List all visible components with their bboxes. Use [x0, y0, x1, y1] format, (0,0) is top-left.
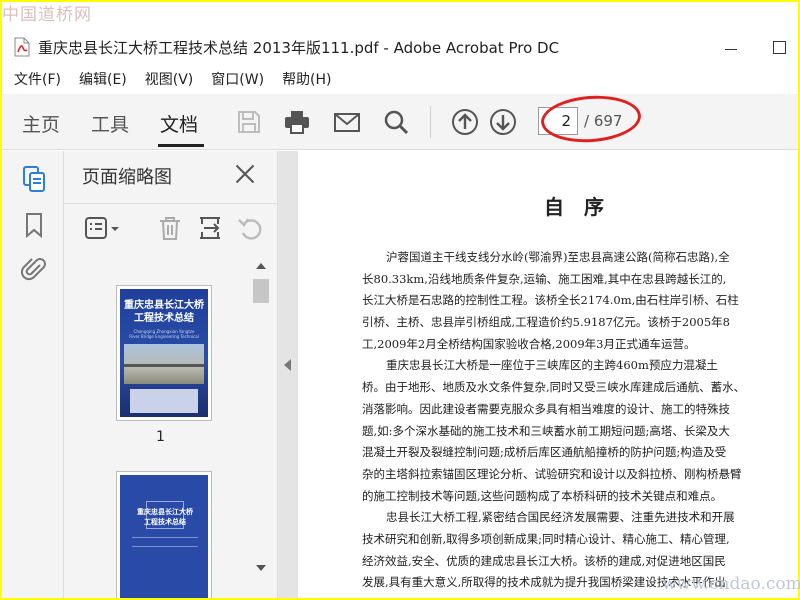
save-icon[interactable] — [235, 108, 263, 136]
watermark-bottom-right: www.cndao.com — [662, 574, 800, 594]
menu-view[interactable]: 视图(V) — [145, 69, 194, 89]
toolbar-separator — [430, 106, 431, 138]
page-thumbnails-panel: 页面缩略图 重庆忠县长江大桥 工程技术总结 Chongqing Zhongxian… — [64, 151, 278, 598]
text-line: 重庆忠县长江大桥是一座位于三峡库区的主跨460m预应力混凝土 — [386, 358, 718, 373]
text-line: 杂的主塔斜拉索锚固区理论分析、试验研究和设计以及斜拉桥、刚构桥悬臂 — [362, 466, 742, 481]
acrobat-window: 重庆忠县长江大桥工程技术总结 2013年版111.pdf - Adobe Acr… — [2, 2, 798, 598]
next-page-icon[interactable] — [489, 108, 517, 136]
undo-icon[interactable] — [236, 214, 264, 242]
text-line: 的施工控制技术等问题,这些问题构成了本桥科研的技术关键点和难点。 — [362, 488, 723, 503]
extract-page-icon[interactable] — [196, 214, 224, 242]
text-line: 混凝土开裂及裂缝控制问题;成桥后库区通航船撞桥的防护问题;构造及受 — [362, 445, 727, 460]
tab-tools[interactable]: 工具 — [91, 110, 129, 137]
tab-home[interactable]: 主页 — [22, 110, 60, 137]
tab-document[interactable]: 文档 — [160, 110, 198, 137]
cover-footer-panel — [130, 389, 198, 413]
attachment-icon[interactable] — [20, 255, 48, 283]
thumbnail-toolbar — [64, 203, 278, 249]
previous-page-icon[interactable] — [451, 108, 479, 136]
page-total: / 697 — [584, 112, 623, 130]
panel-title: 页面缩略图 — [82, 167, 172, 188]
text-line: 长江大桥是石忠路的控制性工程。该桥全长2174.0m,由石柱岸引桥、石柱 — [362, 293, 739, 308]
print-icon[interactable] — [283, 108, 311, 136]
text-line: 消落影响。因此建设者需要克服众多具有相当难度的设计、施工的特殊技 — [362, 401, 730, 416]
page-heading: 自序 — [544, 195, 624, 219]
active-tab-indicator — [158, 144, 204, 147]
pdf-file-icon — [14, 37, 30, 57]
window-title: 重庆忠县长江大桥工程技术总结 2013年版111.pdf - Adobe Acr… — [38, 38, 560, 57]
close-panel-icon[interactable] — [234, 163, 256, 185]
watermark-top-left: 中国道桥网 — [2, 5, 92, 25]
cover-lines — [132, 537, 198, 547]
maximize-button[interactable] — [770, 38, 788, 56]
thumbnail-list: 重庆忠县长江大桥 工程技术总结 Chongqing Zhongxian Yangt… — [64, 257, 278, 598]
toolbar: 主页 工具 文档 / 697 — [2, 94, 798, 150]
cover-title: 重庆忠县长江大桥 工程技术总结 — [137, 508, 193, 526]
thumbnail-label: 1 — [156, 429, 165, 445]
menu-bar: 文件(F) 编辑(E) 视图(V) 窗口(W) 帮助(H) — [2, 66, 798, 92]
minimize-button[interactable] — [722, 38, 740, 56]
text-line: 经济效益,安全、优质的建成忠县长江大桥。该桥的建成,对促进地区国民 — [362, 553, 726, 568]
bookmark-icon[interactable] — [20, 211, 48, 239]
page-number-input[interactable] — [538, 107, 578, 135]
scroll-up-arrow-icon[interactable] — [256, 263, 266, 269]
menu-edit[interactable]: 编辑(E) — [79, 69, 127, 89]
document-page-view[interactable]: 自序 沪蓉国道主干线支线分水岭(鄂渝界)至忠县高速公路(简称石忠路),全 长80… — [298, 151, 798, 598]
text-line: 长80.33km,沿线地质条件复杂,运输、施工困难,其中在忠县跨越长江的, — [362, 271, 727, 286]
search-icon[interactable] — [382, 108, 410, 136]
options-menu-icon[interactable] — [84, 214, 124, 242]
text-line: 技术研究和创新,取得多项创新成果;同时精心设计、精心施工、精心管理, — [362, 531, 730, 546]
cover-image: 重庆忠县长江大桥 工程技术总结 Chongqing Zhongxian Yangt… — [120, 289, 208, 417]
collapse-arrow-icon[interactable] — [284, 359, 291, 371]
cover-bridge-deck — [124, 364, 204, 367]
text-line: 忠县长江大桥工程,紧密结合国民经济发展需要、注重先进技术和开展 — [386, 510, 735, 525]
cover-title: 重庆忠县长江大桥 工程技术总结 — [124, 300, 204, 324]
text-line: 引桥、主桥、忠县岸引桥组成,工程造价约5.9187亿元。该桥于2005年8 — [362, 315, 730, 330]
thumbnail-scrollbar[interactable] — [252, 259, 270, 579]
title-bar: 重庆忠县长江大桥工程技术总结 2013年版111.pdf - Adobe Acr… — [2, 30, 798, 64]
page-body-text: 沪蓉国道主干线支线分水岭(鄂渝界)至忠县高速公路(简称石忠路),全 长80.33… — [362, 247, 798, 594]
left-navigation-rail — [2, 151, 64, 598]
menu-help[interactable]: 帮助(H) — [282, 69, 331, 89]
text-line: 题,如:多个深水基础的施工技术和三峡蓄水前工期短问题;高塔、长梁及大 — [362, 423, 730, 438]
menu-window[interactable]: 窗口(W) — [211, 69, 264, 89]
text-line: 沪蓉国道主干线支线分水岭(鄂渝界)至忠县高速公路(简称石忠路),全 — [386, 250, 730, 264]
email-icon[interactable] — [333, 108, 361, 136]
page-thumbnails-icon[interactable] — [20, 165, 48, 193]
delete-page-icon[interactable] — [156, 214, 184, 242]
page-thumbnail-2[interactable]: 重庆忠县长江大桥 工程技术总结 — [116, 471, 212, 598]
scrollbar-thumb[interactable] — [253, 279, 269, 303]
text-line: 工,2009年2月全桥结构国家验收合格,2009年3月正式通车运营。 — [362, 336, 696, 351]
text-line: 桥。由于地形、地质及水文条件复杂,同时又受三峡水库建成后通航、蓄水、 — [362, 380, 746, 395]
cover-image: 重庆忠县长江大桥 工程技术总结 — [120, 475, 208, 598]
scroll-down-arrow-icon[interactable] — [256, 565, 266, 571]
cover-subtitle: Chongqing Zhongxian Yangtze River Bridge… — [129, 329, 199, 339]
page-thumbnail-1[interactable]: 重庆忠县长江大桥 工程技术总结 Chongqing Zhongxian Yangt… — [116, 285, 212, 421]
menu-file[interactable]: 文件(F) — [14, 69, 61, 89]
panel-collapse-strip[interactable] — [278, 151, 298, 598]
